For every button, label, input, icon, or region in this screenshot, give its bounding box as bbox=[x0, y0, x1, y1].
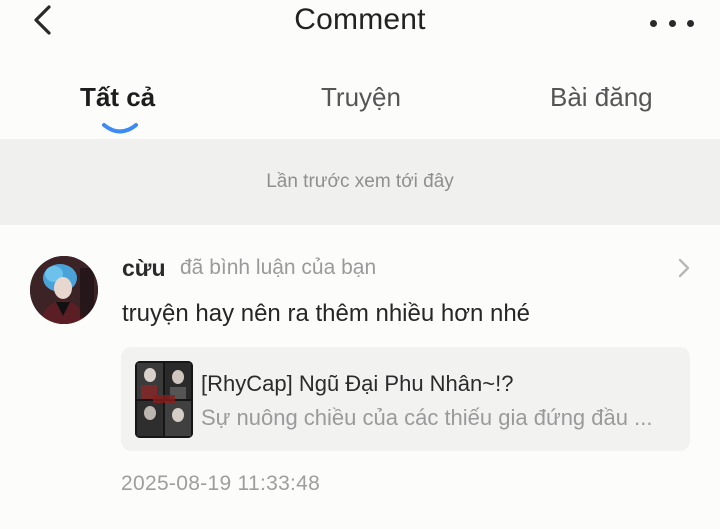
last-viewed-text: Lần trước xem tới đây bbox=[266, 171, 454, 192]
comment-text: truyện hay nên ra thêm nhiều hơn nhé bbox=[122, 300, 531, 327]
comment-item[interactable]: cừu đã bình luận của bạn truyện hay nên … bbox=[0, 225, 720, 529]
more-options-button[interactable] bbox=[650, 10, 694, 36]
story-cover bbox=[135, 361, 193, 438]
comment-action-text: đã bình luận của bạn bbox=[180, 256, 377, 279]
more-dot bbox=[687, 19, 694, 27]
more-horizontal-icon bbox=[650, 19, 657, 27]
story-cover-image bbox=[135, 361, 193, 438]
story-description: Sự nuông chiều của các thiếu gia đứng đầ… bbox=[201, 405, 653, 430]
page-title: Comment bbox=[294, 3, 426, 36]
tab-posts[interactable]: Bài đăng bbox=[550, 82, 653, 113]
chevron-right-icon[interactable] bbox=[674, 257, 694, 279]
commenter-name[interactable]: cừu bbox=[122, 255, 166, 282]
more-dot bbox=[668, 19, 676, 27]
avatar[interactable] bbox=[30, 256, 98, 324]
comment-timestamp: 2025-08-19 11:33:48 bbox=[121, 472, 321, 495]
top-bar: Comment bbox=[0, 0, 720, 46]
story-title: [RhyCap] Ngũ Đại Phu Nhân~!? bbox=[201, 371, 514, 396]
story-card[interactable]: [RhyCap] Ngũ Đại Phu Nhân~!? Sự nuông ch… bbox=[121, 347, 690, 451]
last-viewed-banner: Lần trước xem tới đây bbox=[0, 139, 720, 225]
avatar-image bbox=[30, 256, 98, 324]
tab-all[interactable]: Tất cả bbox=[80, 82, 155, 113]
tab-bar: Tất cả Truyện Bài đăng bbox=[0, 72, 720, 138]
active-tab-indicator bbox=[102, 123, 138, 134]
tab-stories[interactable]: Truyện bbox=[321, 82, 401, 113]
